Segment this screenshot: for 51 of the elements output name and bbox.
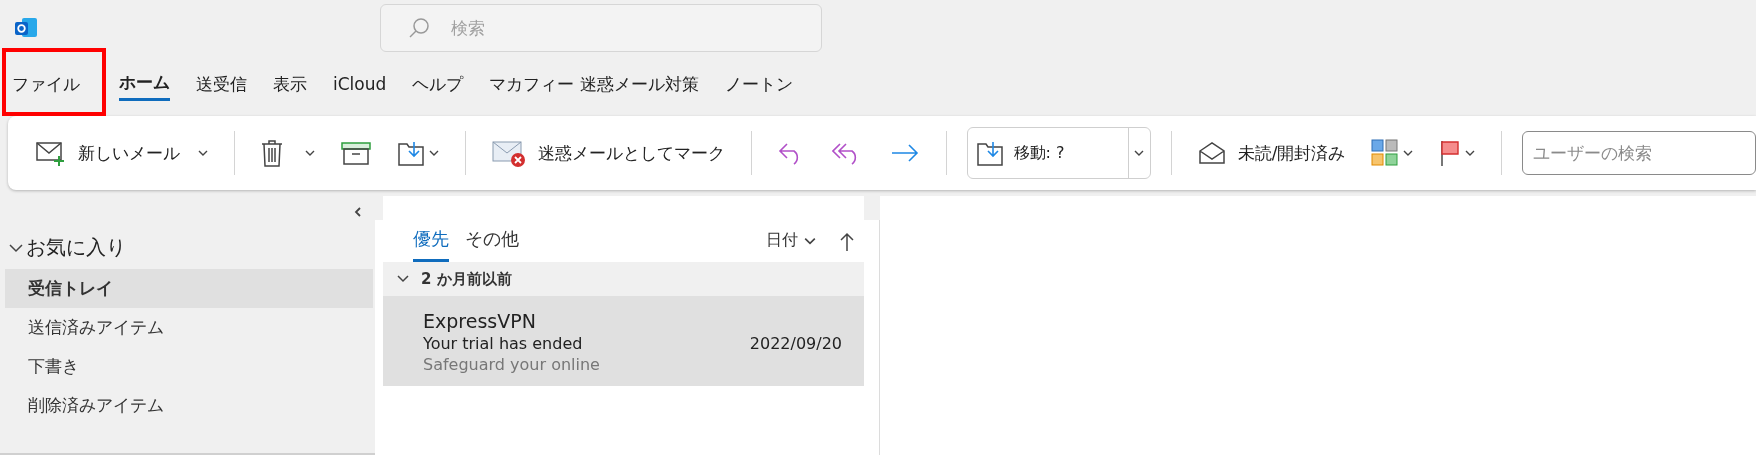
menu-tab[interactable]: 送受信 xyxy=(183,56,260,112)
favorites-header[interactable]: お気に入り xyxy=(0,226,375,269)
folder-item[interactable]: 下書き xyxy=(5,347,373,386)
folder-item[interactable]: 送信済みアイテム xyxy=(5,308,373,347)
open-envelope-icon xyxy=(1197,141,1226,165)
menu-tab[interactable]: ファイル xyxy=(12,56,106,112)
move-to-folder-icon xyxy=(396,139,425,167)
search-field[interactable]: 検索 xyxy=(380,4,822,52)
chevron-down-icon xyxy=(428,148,439,158)
chevron-icon xyxy=(397,274,409,284)
message-item[interactable]: ExpressVPN Your trial has ended 2022/09/20 Safeguard your online xyxy=(383,296,864,386)
message-date: 2022/09/20 xyxy=(749,334,842,353)
message-preview: Safeguard your online xyxy=(423,355,601,374)
menu-tab[interactable]: 表示 xyxy=(260,56,320,112)
chevron-down-icon xyxy=(304,148,315,158)
message-subject: Your trial has ended xyxy=(423,334,583,353)
chevron-down-icon xyxy=(1465,148,1476,158)
search-icon xyxy=(408,17,430,39)
chevron-left-icon xyxy=(353,206,363,218)
chevron-down-icon xyxy=(198,148,208,158)
flag-icon xyxy=(1439,139,1462,167)
junk-mail-icon xyxy=(491,138,526,168)
menu-tab[interactable]: ヘルプ xyxy=(399,56,477,112)
category-squares-icon xyxy=(1371,139,1400,167)
new-mail-button[interactable]: 新しいメール xyxy=(30,136,214,170)
mark-as-junk-button[interactable]: 迷惑メールとしてマーク xyxy=(485,134,731,172)
move-to-dropdown[interactable]: 移動: ? xyxy=(966,127,1151,179)
people-search-field[interactable]: ユーザーの検索 xyxy=(1522,131,1756,175)
group-header[interactable]: 2 か月前以前 xyxy=(383,262,864,296)
move-to-button[interactable]: 移動: ? xyxy=(967,128,1128,178)
menu-tab[interactable]: マカフィー 迷惑メール対策 xyxy=(476,56,712,112)
mail-app-logo-icon xyxy=(14,16,38,40)
read-unread-button[interactable]: 未読/開封済み xyxy=(1191,137,1352,169)
folder-item[interactable]: 削除済みアイテム xyxy=(5,386,373,425)
new-mail-icon xyxy=(36,140,66,166)
folder-item[interactable]: 受信トレイ xyxy=(5,269,373,308)
menu-tab[interactable]: ホーム xyxy=(119,67,170,101)
archive-icon xyxy=(340,141,371,165)
sort-direction-button[interactable] xyxy=(840,232,854,252)
chevron-icon xyxy=(8,241,24,254)
chevron-down-icon xyxy=(1403,148,1414,158)
inbox-tab[interactable]: その他 xyxy=(465,227,519,262)
menu-tab[interactable]: ノートン xyxy=(711,56,806,112)
chevron-down-icon xyxy=(1134,148,1145,158)
move-to-folder-icon xyxy=(975,139,1004,167)
forward-icon xyxy=(889,143,920,163)
sender-name: ExpressVPN xyxy=(423,310,537,332)
trash-icon xyxy=(260,139,283,167)
sort-by-button[interactable]: 日付 xyxy=(760,229,822,252)
menu-tab[interactable]: iCloud xyxy=(320,56,400,112)
arrow-up-icon xyxy=(840,232,854,252)
